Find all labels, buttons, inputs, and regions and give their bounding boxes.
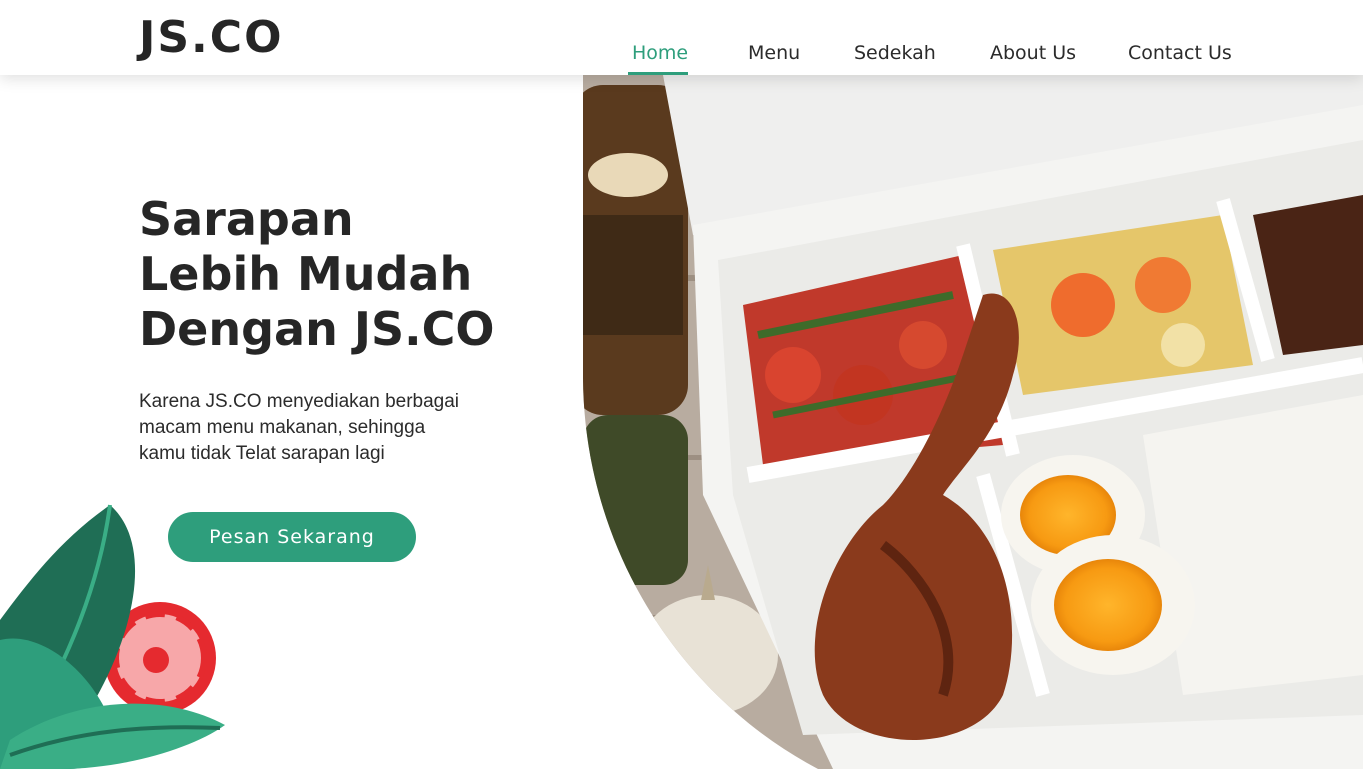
nav-item-contact-us[interactable]: Contact Us	[1128, 40, 1232, 75]
nav-item-about-us[interactable]: About Us	[990, 40, 1076, 75]
hero-description-line: macam menu makanan, sehingga	[139, 417, 426, 438]
hero-title-line: Sarapan	[139, 192, 354, 246]
hero-description-line: kamu tidak Telat sarapan lagi	[139, 443, 385, 464]
leaf-tomato-decoration	[0, 504, 225, 769]
hero-description-line: Karena JS.CO menyediakan berbagai	[139, 391, 460, 412]
hero-description: Karena JS.CO menyediakan berbagai macam …	[139, 389, 499, 467]
nav-item-sedekah[interactable]: Sedekah	[854, 40, 936, 75]
hero-title-line: Lebih Mudah	[139, 247, 473, 301]
food-bento-box-image	[583, 75, 1363, 769]
nav-active-indicator	[628, 72, 688, 75]
brand-logo[interactable]: JS.CO	[139, 12, 283, 64]
site-header: JS.CO Home Menu Sedekah About Us Contact…	[0, 0, 1363, 75]
hero-title: Sarapan Lebih Mudah Dengan JS.CO	[139, 192, 559, 357]
hero-title-line: Dengan JS.CO	[139, 302, 495, 356]
nav-item-home[interactable]: Home	[632, 40, 688, 75]
nav-item-menu[interactable]: Menu	[748, 40, 800, 75]
